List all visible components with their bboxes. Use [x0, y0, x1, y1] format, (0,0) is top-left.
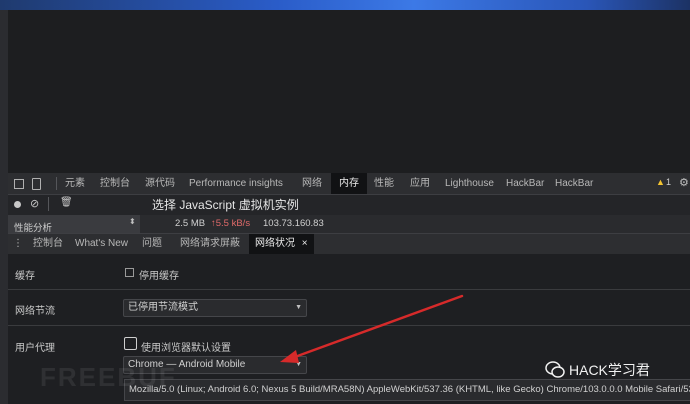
wechat-logo-icon: [545, 361, 565, 378]
wechat-watermark: HACK学习君: [545, 358, 685, 382]
freebuf-watermark: FREEBUF: [40, 362, 177, 392]
annotation-arrow: [280, 294, 464, 363]
wechat-account-name: HACK学习君: [569, 362, 650, 378]
